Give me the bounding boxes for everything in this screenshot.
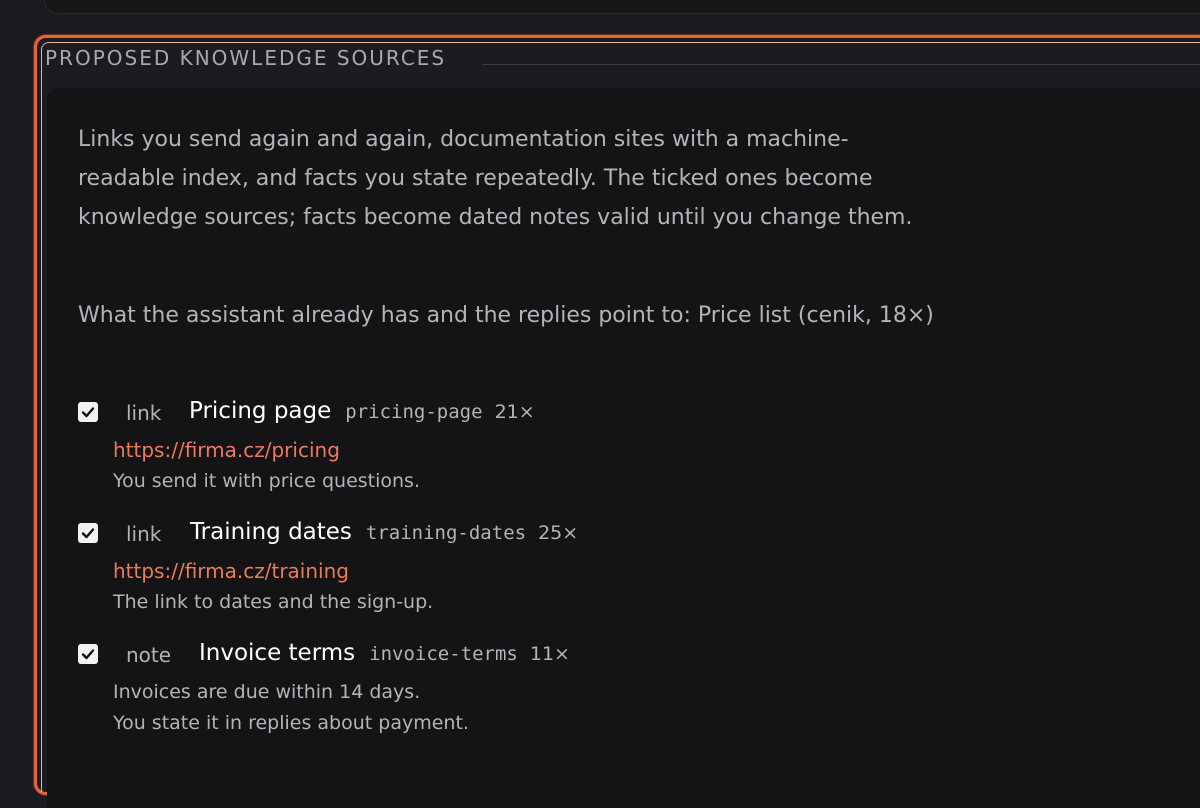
checkmark-icon [81,649,95,660]
legend-divider [483,64,1200,65]
checkbox-training-dates[interactable] [78,523,98,543]
item-url-link[interactable]: https://firma.cz/pricing [113,438,340,462]
item-count: 25× [538,522,579,544]
section-title: PROPOSED KNOWLEDGE SOURCES [45,46,465,70]
item-description: You state it in replies about payment. [113,712,469,734]
item-description: The link to dates and the sign-up. [113,591,434,613]
kind-label: link [126,522,162,546]
item-fact: Invoices are due within 14 days. [113,681,421,703]
checkmark-icon [81,528,95,539]
item-url-link[interactable]: https://firma.cz/training [113,559,349,583]
previous-card [44,0,1200,14]
item-slug: training-dates [365,522,527,544]
item-title: Invoice terms [199,640,356,666]
item-title: Training dates [190,519,352,545]
checkmark-icon [81,407,95,418]
item-title-row: Invoice terms invoice-terms 11× [199,640,570,666]
kind-label: link [126,401,162,425]
item-slug: invoice-terms [369,643,518,665]
kind-label: note [126,643,172,667]
panel-content: Links you send again and again, document… [47,88,1200,808]
item-count: 21× [494,401,535,423]
item-count: 11× [529,643,570,665]
checkbox-pricing-page[interactable] [78,402,98,422]
item-title-row: Pricing page pricing-page 21× [189,398,535,424]
item-description: You send it with price questions. [113,470,420,492]
intro-text: Links you send again and again, document… [78,127,913,230]
item-title: Pricing page [189,398,332,424]
item-title-row: Training dates training-dates 25× [190,519,578,545]
item-slug: pricing-page [345,401,483,423]
existing-sources-text: What the assistant already has and the r… [78,303,934,328]
proposed-sources-panel: PROPOSED KNOWLEDGE SOURCES Links you sen… [34,35,1200,808]
checkbox-invoice-terms[interactable] [78,644,98,664]
